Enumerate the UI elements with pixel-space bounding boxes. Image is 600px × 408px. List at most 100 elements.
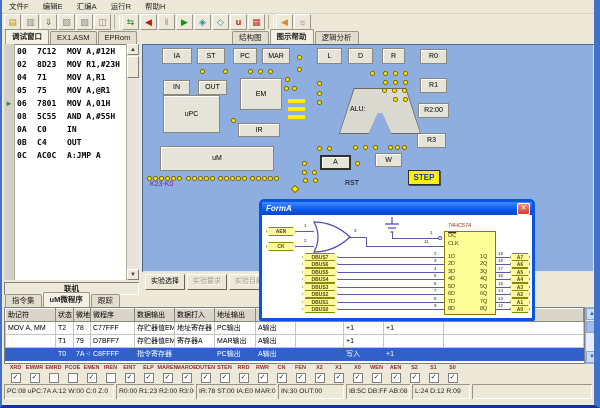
tab-bottom-1[interactable]: uM微程序 — [43, 292, 90, 307]
signal-checkbox[interactable]: ✓ — [277, 373, 287, 383]
signal-checkbox[interactable]: ✓ — [258, 373, 268, 383]
signal-checkbox[interactable]: ✓ — [30, 373, 40, 383]
table-header-4[interactable]: 数据输出 — [135, 309, 175, 322]
signal-checkbox[interactable]: ✓ — [391, 373, 401, 383]
table-header-2[interactable]: 微地址 — [74, 309, 91, 322]
block-IN[interactable]: IN — [163, 80, 190, 95]
toolbar-chip-button[interactable]: ▦ — [248, 14, 265, 30]
code-line[interactable]: 0CAC0CA:JMP A — [17, 151, 101, 164]
table-scroll-thumb[interactable] — [586, 321, 598, 333]
menu-item-2[interactable]: 汇编A — [70, 1, 104, 12]
table-scroll-down-icon[interactable]: ▼ — [586, 351, 598, 363]
tab-bottom-0[interactable]: 指令集 — [5, 294, 42, 307]
code-line[interactable]: 0471MOV A,R1 — [17, 73, 106, 86]
signal-checkbox[interactable]: ✓ — [144, 373, 154, 383]
block-OUT[interactable]: OUT — [198, 80, 227, 95]
code-scrollbar[interactable]: ▲ ▼ — [126, 44, 139, 280]
table-header-6[interactable]: 地址输出 — [215, 309, 256, 322]
code-line[interactable]: 0575MOV A,@R1 — [17, 86, 110, 99]
table-row[interactable]: T07A ->C8FFFF指令寄存器PC输出A输出写入+1 — [6, 348, 584, 361]
tab-left-0[interactable]: 调试窗口 — [5, 29, 49, 44]
block-W[interactable]: W — [375, 153, 402, 167]
signal-checkbox[interactable]: ✓ — [220, 373, 230, 383]
signal-checkbox[interactable]: ✓ — [372, 373, 382, 383]
menu-item-4[interactable]: 帮助H — [138, 1, 172, 12]
table-scroll-up-icon[interactable]: ▲ — [586, 308, 598, 320]
toolbar-run-button[interactable]: ▶ — [176, 14, 193, 30]
block-R3[interactable]: R3 — [417, 133, 446, 148]
tab-left-1[interactable]: EX1.ASM — [50, 31, 97, 44]
code-line[interactable]: 028D23MOV R1,#23H — [17, 60, 120, 73]
block-EM[interactable]: EM — [240, 78, 282, 110]
signal-checkbox[interactable]: ✓ — [353, 373, 363, 383]
code-line[interactable]: 0AC0IN — [17, 125, 77, 138]
code-line[interactable]: 085C55AND A,#55H — [17, 112, 115, 125]
block-R[interactable]: R — [382, 48, 405, 64]
toolbar-pause-button[interactable]: ‖ — [158, 14, 175, 30]
tab-left-2[interactable]: EPRom — [98, 31, 138, 44]
signal-checkbox[interactable]: ✓ — [163, 373, 173, 383]
toolbar-step-into-button[interactable]: ◈ — [194, 14, 211, 30]
forma-titlebar[interactable]: FormA ✕ — [262, 202, 532, 215]
table-row[interactable]: MOV A, MMT278C77FFF存贮器值EM地址寄存器PC输出A输出+1+… — [6, 322, 584, 335]
block-A[interactable]: A — [320, 155, 351, 170]
scroll-down-icon[interactable]: ▼ — [127, 269, 139, 280]
signal-checkbox[interactable] — [49, 373, 59, 383]
toolbar-step-over-button[interactable]: ◇ — [212, 14, 229, 30]
tab-right-0[interactable]: 结构图 — [232, 31, 269, 44]
menu-item-1[interactable]: 编辑E — [36, 1, 70, 12]
toolbar-compile-button[interactable]: ⇓ — [40, 14, 57, 30]
signal-checkbox[interactable]: ✓ — [410, 373, 420, 383]
code-listbox[interactable]: ► 007C12MOV A,#12H028D23MOV R1,#23H0471M… — [4, 44, 139, 280]
block-IR[interactable]: IR — [238, 123, 280, 137]
menu-item-3[interactable]: 运行R — [104, 1, 138, 12]
table-scrollbar[interactable]: ▲ ▼ — [585, 307, 599, 364]
toolbar-lamp-button[interactable]: ☼ — [294, 14, 311, 30]
toolbar-open-button[interactable]: ▤ — [4, 14, 21, 30]
menu-item-0[interactable]: 文件F — [2, 1, 36, 12]
table-header-1[interactable]: 状态 — [56, 309, 74, 322]
toolbar-back-button[interactable]: ◀ — [276, 14, 293, 30]
signal-checkbox[interactable]: ✓ — [239, 373, 249, 383]
table-header-0[interactable]: 助记符 — [6, 309, 56, 322]
step-button[interactable]: STEP — [408, 170, 440, 185]
toolbar-micro-run-button[interactable]: u — [230, 14, 247, 30]
scroll-up-icon[interactable]: ▲ — [127, 44, 139, 55]
signal-checkbox[interactable]: ✓ — [429, 373, 439, 383]
signal-checkbox[interactable]: ✓ — [182, 373, 192, 383]
signal-checkbox[interactable] — [106, 373, 116, 383]
signal-checkbox[interactable]: ✓ — [334, 373, 344, 383]
code-line[interactable]: 067801MOV A,01H — [17, 99, 110, 112]
block-R1[interactable]: R1 — [420, 78, 447, 93]
tab-right-2[interactable]: 逻辑分析 — [315, 31, 359, 44]
block-PC[interactable]: PC — [233, 48, 257, 64]
tab-right-1[interactable]: 图示帮助 — [270, 29, 314, 44]
signal-checkbox[interactable]: ✓ — [315, 373, 325, 383]
block-R0[interactable]: R0 — [420, 49, 447, 64]
block-MAR[interactable]: MAR — [262, 48, 290, 64]
signal-checkbox[interactable]: ✓ — [448, 373, 458, 383]
code-line[interactable]: 0BC4OUT — [17, 138, 81, 151]
table-header-5[interactable]: 数据打入 — [175, 309, 215, 322]
signal-checkbox[interactable] — [68, 373, 78, 383]
table-header-3[interactable]: 微程序 — [91, 309, 135, 322]
signal-checkbox[interactable]: ✓ — [87, 373, 97, 383]
signal-checkbox[interactable]: ✓ — [125, 373, 135, 383]
block-IA[interactable]: IA — [162, 48, 192, 64]
toolbar-reset-button[interactable]: ◀ — [140, 14, 157, 30]
block-L[interactable]: L — [317, 48, 342, 64]
signal-checkbox[interactable]: ✓ — [296, 373, 306, 383]
signal-checkbox[interactable]: ✓ — [201, 373, 211, 383]
signal-checkbox[interactable]: ✓ — [11, 373, 21, 383]
block-R2[interactable]: R2:00 — [418, 103, 449, 118]
code-line[interactable]: 007C12MOV A,#12H — [17, 47, 115, 60]
toolbar-refresh-button[interactable]: ⇆ — [122, 14, 139, 30]
block-uPC[interactable]: uPC — [163, 95, 220, 133]
scroll-thumb[interactable] — [127, 56, 139, 78]
block-ST[interactable]: ST — [197, 48, 225, 64]
close-icon[interactable]: ✕ — [517, 203, 530, 215]
tab-bottom-2[interactable]: 跟踪 — [91, 294, 120, 307]
table-row[interactable]: T179D7BFF7存贮器值EM寄存器AMAR输出A输出+1 — [6, 335, 584, 348]
block-D[interactable]: D — [348, 48, 373, 64]
experiment-button-0[interactable]: 实验选择 — [145, 274, 185, 290]
